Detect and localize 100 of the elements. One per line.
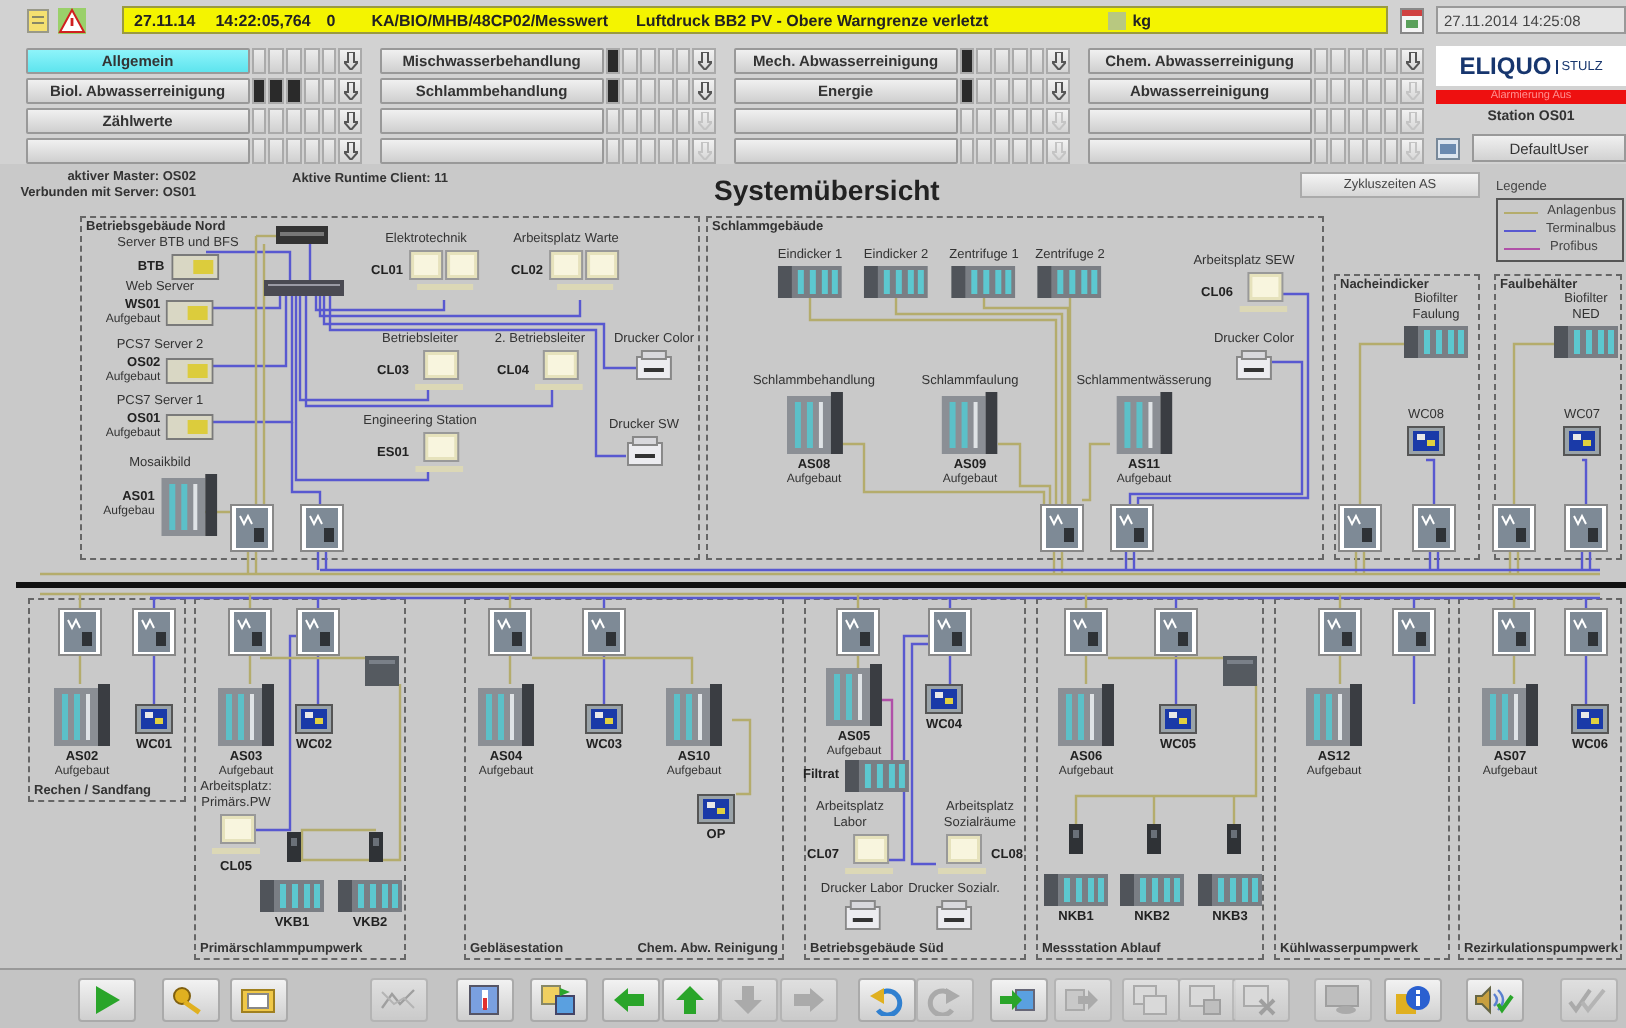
- io-module-icon: [1044, 874, 1108, 906]
- alarm-date: 27.11.14: [134, 11, 196, 29]
- computer-icon: [1238, 272, 1287, 314]
- swap-documents-icon: [538, 983, 578, 1015]
- double-check-icon: [1568, 983, 1608, 1015]
- alarm-message: Luftdruck BB2 PV - Obere Warngrenze verletzt: [636, 11, 989, 29]
- open-down-button[interactable]: [1400, 48, 1424, 74]
- network-module-icon: [1492, 608, 1536, 656]
- status-cell: [303, 138, 320, 164]
- plc-rack-icon: [1482, 684, 1538, 746]
- network-module-icon: [1040, 504, 1084, 552]
- import-icon: [998, 983, 1038, 1015]
- open-down-button[interactable]: [338, 138, 362, 164]
- status-cell: [657, 138, 674, 164]
- gateway-box-icon: [365, 656, 399, 686]
- open-down-button[interactable]: [1046, 78, 1070, 104]
- status-cell: [1330, 108, 1347, 134]
- network-module-icon: [230, 504, 274, 552]
- network-module-icon: [1110, 504, 1154, 552]
- toolbar-button[interactable]: [161, 977, 219, 1021]
- network-module-icon: [1064, 608, 1108, 656]
- network-module-icon: [488, 608, 532, 656]
- touch-panel-icon: [697, 794, 735, 824]
- status-cell: [1365, 78, 1382, 104]
- server-icon: [166, 358, 215, 384]
- network-module-icon: [1564, 504, 1608, 552]
- touch-panel-icon: [295, 704, 333, 734]
- area-nav-button[interactable]: [1088, 138, 1312, 164]
- area-nav-button[interactable]: [26, 138, 250, 164]
- toolbar-button[interactable]: [455, 977, 513, 1021]
- status-cell: [1011, 48, 1028, 74]
- status-cell: [622, 108, 639, 134]
- area-nav-button[interactable]: [1088, 108, 1312, 134]
- toolbar-button[interactable]: [857, 977, 915, 1021]
- computer-icon: [414, 432, 463, 474]
- network-module-icon: [1564, 608, 1608, 656]
- drive-unit-icon: [1227, 824, 1241, 854]
- io-module-icon: [1554, 326, 1618, 358]
- area-nav-button[interactable]: [380, 108, 604, 134]
- io-module-icon: [952, 266, 1016, 298]
- server-icon: [170, 254, 219, 280]
- open-down-button[interactable]: [338, 108, 362, 134]
- area-nav-button[interactable]: [734, 108, 958, 134]
- toolbar-button[interactable]: [529, 977, 587, 1021]
- io-module-icon: [1038, 266, 1102, 298]
- windows-icon: [1130, 983, 1170, 1015]
- open-down-button[interactable]: [692, 48, 716, 74]
- open-down-button[interactable]: [338, 48, 362, 74]
- open-down-button[interactable]: [692, 78, 716, 104]
- server-icon: [166, 300, 215, 326]
- rack-device-icon: [276, 226, 328, 244]
- open-down-button[interactable]: [338, 78, 362, 104]
- printer-icon: [626, 436, 662, 466]
- status-cell: [976, 108, 993, 134]
- calendar-icon: [1400, 7, 1424, 33]
- toolbar-button[interactable]: [989, 977, 1047, 1021]
- dual-monitor-computer-icon: [408, 250, 481, 292]
- computer-icon: [534, 350, 583, 392]
- plc-rack-icon: [786, 392, 842, 454]
- network-module-icon: [300, 504, 344, 552]
- alarm-message-bar[interactable]: 27.11.14 14:22:05,764 0 KA/BIO/MHB/48CP02/Messwert Luftdruck BB2 PV - Obere Warngrenze verletzt kg: [122, 6, 1388, 34]
- touch-panel-icon: [135, 704, 173, 734]
- status-cell: [1011, 108, 1028, 134]
- computer-icon: [937, 834, 986, 876]
- toolbar-button[interactable]: [229, 977, 287, 1021]
- redo-icon: [924, 983, 964, 1015]
- plc-rack-icon: [1116, 392, 1172, 454]
- area-nav-button[interactable]: [380, 138, 604, 164]
- status-cell: [657, 78, 674, 104]
- area-nav-button[interactable]: [734, 138, 958, 164]
- touch-panel-icon: [585, 704, 623, 734]
- notepad-icon: [26, 7, 50, 33]
- network-module-icon: [1318, 608, 1362, 656]
- status-cell: [268, 48, 285, 74]
- status-cell: [657, 48, 674, 74]
- status-cell: [622, 78, 639, 104]
- plc-rack-icon: [218, 684, 274, 746]
- status-cell: [976, 48, 993, 74]
- alarm-time: 14:22:05,764: [215, 11, 311, 29]
- page-title: Systemübersicht: [714, 174, 940, 206]
- warning-icon: [58, 7, 86, 33]
- status-cell: [657, 108, 674, 134]
- open-down-button[interactable]: [1046, 48, 1070, 74]
- touch-panel-icon: [1407, 426, 1445, 456]
- status-cell: [1011, 78, 1028, 104]
- network-module-icon: [1154, 608, 1198, 656]
- network-module-icon: [132, 608, 176, 656]
- io-module-icon: [778, 266, 842, 298]
- toolbar-button[interactable]: [1465, 977, 1523, 1021]
- drive-unit-icon: [1069, 824, 1083, 854]
- dual-monitor-computer-icon: [548, 250, 621, 292]
- network-switch-icon: [264, 280, 344, 296]
- undo-icon: [866, 983, 906, 1015]
- plc-rack-icon: [160, 474, 217, 536]
- toolbar-button[interactable]: [1383, 977, 1441, 1021]
- status-cell: [1011, 138, 1028, 164]
- status-cell: [622, 138, 639, 164]
- touch-panel-icon: [1571, 704, 1609, 734]
- computer-icon: [414, 350, 463, 392]
- network-module-icon: [58, 608, 102, 656]
